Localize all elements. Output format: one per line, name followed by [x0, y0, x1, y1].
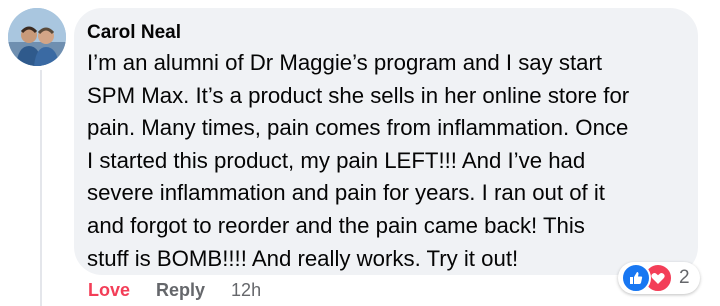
comment-text-line: pain. Many times, pain comes from inflam…: [87, 115, 629, 141]
comment-timestamp[interactable]: 12h: [231, 280, 261, 301]
comment-bubble: Carol Neal I’m an alumni of Dr Maggie’s …: [74, 8, 698, 275]
comment-text-line: SPM Max. It’s a product she sells in her…: [87, 82, 630, 108]
reply-button[interactable]: Reply: [156, 280, 205, 301]
avatar[interactable]: [8, 8, 66, 66]
reaction-summary[interactable]: 2: [618, 262, 700, 294]
comment-text-line: and forgot to reorder and the pain came …: [87, 212, 585, 238]
comment-text-line: stuff is BOMB!!!! And really works. Try …: [87, 245, 519, 271]
comment-author[interactable]: Carol Neal: [87, 21, 682, 45]
comment-actions: Love Reply 12h: [88, 280, 261, 301]
love-button[interactable]: Love: [88, 280, 130, 301]
comment-text-line: I started this product, my pain LEFT!!! …: [87, 147, 586, 173]
comment-text: I’m an alumni of Dr Maggie’s program and…: [87, 47, 682, 275]
comment-text-line: I’m an alumni of Dr Maggie’s program and…: [87, 50, 603, 75]
reaction-count: 2: [679, 267, 690, 288]
thread-line: [40, 70, 42, 306]
comment-text-line: severe inflammation and pain for years. …: [87, 180, 605, 206]
like-icon: [621, 263, 651, 293]
